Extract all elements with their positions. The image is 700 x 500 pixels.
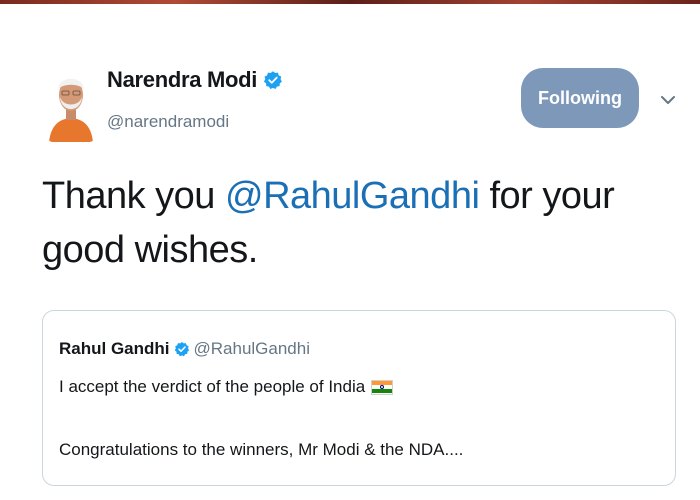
avatar[interactable] (47, 63, 95, 142)
mention-link[interactable]: @RahulGandhi (225, 175, 480, 217)
quoted-tweet-text: Congratulations to the winners, Mr Modi … (59, 440, 464, 459)
quoted-tweet-line: I accept the verdict of the people of In… (59, 377, 394, 397)
avatar-image (47, 63, 95, 142)
chevron-down-icon[interactable] (660, 93, 676, 105)
india-flag-icon (371, 379, 394, 395)
quoted-author-handle: @RahulGandhi (193, 339, 311, 358)
following-button[interactable]: Following (521, 68, 639, 128)
tweet-text-part: Thank you (42, 175, 225, 217)
author-handle[interactable]: @narendramodi (107, 112, 229, 132)
tweet-text: Thank you @RahulGandhi for your good wis… (42, 169, 662, 277)
quoted-tweet-header: Rahul Gandhi @RahulGandhi (59, 339, 310, 359)
author-name-row: Narendra Modi (107, 67, 283, 93)
quoted-tweet-line: Congratulations to the winners, Mr Modi … (59, 440, 463, 460)
quoted-tweet-text: I accept the verdict of the people of In… (59, 377, 366, 396)
author-name[interactable]: Narendra Modi (107, 67, 257, 93)
verified-badge-icon (174, 341, 190, 357)
quoted-author-name: Rahul Gandhi (59, 339, 170, 358)
quoted-tweet[interactable]: Rahul Gandhi @RahulGandhi I accept the v… (42, 310, 676, 486)
tweet-card: Narendra Modi @narendramodi Following Th… (0, 4, 700, 500)
verified-badge-icon (263, 70, 283, 90)
